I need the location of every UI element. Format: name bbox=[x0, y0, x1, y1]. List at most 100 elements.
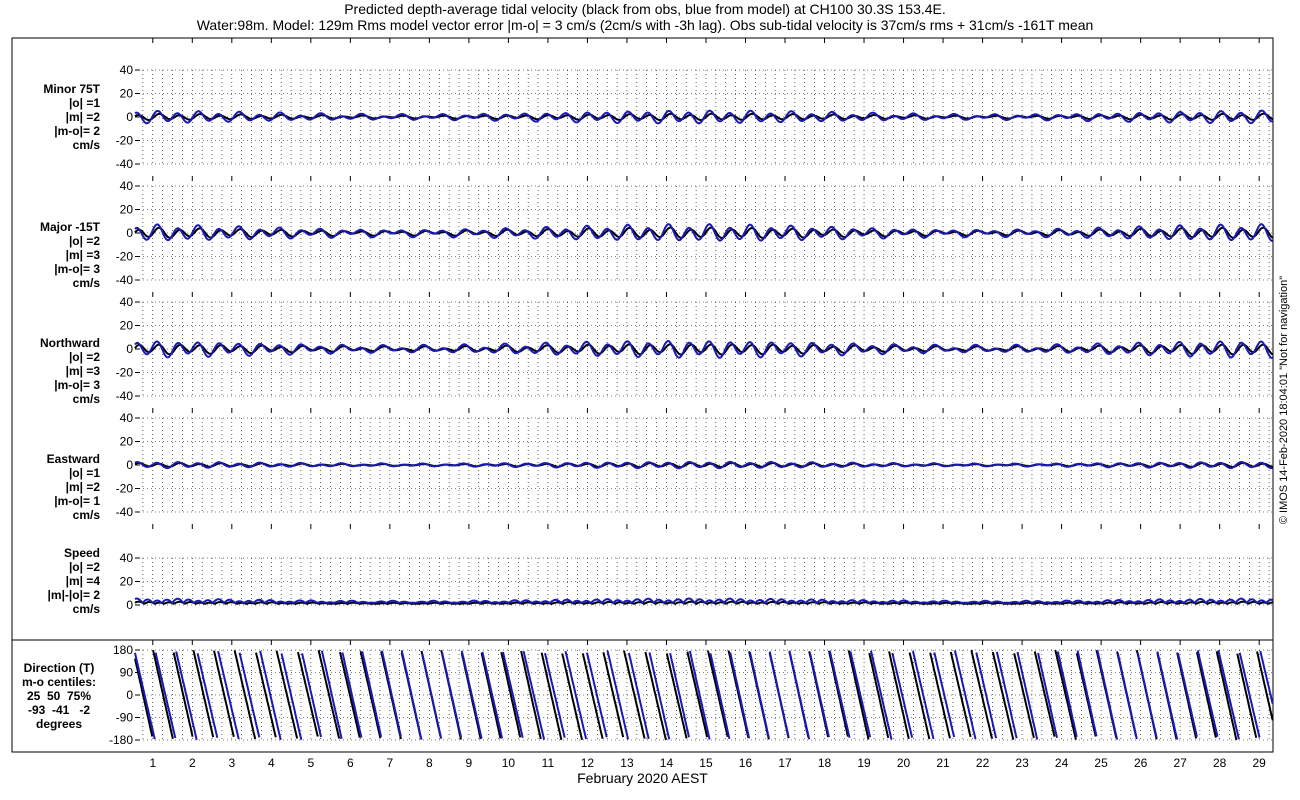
y-tick-label: 20 bbox=[120, 87, 134, 101]
y-tick-label: 0 bbox=[126, 688, 133, 702]
x-tick-label: 12 bbox=[581, 756, 595, 770]
x-tick-label: 25 bbox=[1094, 756, 1108, 770]
eastward-panel-label: Eastward |o| =1 |m| =2 |m-o|= 1 cm/s bbox=[22, 452, 100, 522]
major-label-line: Major -15T bbox=[39, 220, 100, 234]
y-tick-label: 40 bbox=[120, 63, 134, 77]
watermark-text: © IMOS 14-Feb-2020 18:04:01 "Not for nav… bbox=[1278, 275, 1290, 525]
direction-panel-label: Direction (T) m-o centiles: 25 50 75% -93 -… bbox=[18, 661, 100, 731]
y-tick-label: 20 bbox=[120, 435, 134, 449]
plot-curves bbox=[134, 109, 1274, 741]
major-label-line: |m| =3 bbox=[65, 248, 100, 262]
speed-label-line: |o| =2 bbox=[68, 560, 100, 574]
northward-label-line: |m-o|= 3 bbox=[54, 378, 100, 392]
y-tick-label: 180 bbox=[113, 643, 133, 657]
direction-label-line: m-o centiles: bbox=[21, 675, 96, 689]
x-tick-label: 13 bbox=[620, 756, 634, 770]
northward-label-line: Northward bbox=[40, 336, 100, 350]
y-tick-label: 20 bbox=[120, 319, 134, 333]
y-tick-label: 40 bbox=[120, 551, 134, 565]
direction-label-line: Direction (T) bbox=[23, 661, 95, 675]
northward-panel-label: Northward |o| =2 |m| =3 |m-o|= 3 cm/s bbox=[22, 336, 100, 406]
major-model-series-line bbox=[134, 223, 1273, 242]
major-label-line: |m-o|= 3 bbox=[54, 262, 100, 276]
x-tick-label: 8 bbox=[426, 756, 433, 770]
x-tick-label: 9 bbox=[466, 756, 473, 770]
x-tick-label: 19 bbox=[857, 756, 871, 770]
y-tick-label: 40 bbox=[120, 295, 134, 309]
x-tick-label: 11 bbox=[542, 756, 555, 770]
x-tick-label: 18 bbox=[818, 756, 832, 770]
eastward-label-line: |o| =1 bbox=[68, 466, 100, 480]
x-tick-label: 4 bbox=[268, 756, 275, 770]
plot-tick-labels: 40200-20-4040200-20-4040200-20-4040200-2… bbox=[109, 63, 1266, 770]
x-tick-label: 5 bbox=[307, 756, 314, 770]
y-tick-label: -20 bbox=[116, 366, 134, 380]
minor-model-series-line bbox=[134, 109, 1273, 125]
x-tick-label: 22 bbox=[976, 756, 990, 770]
y-tick-label: 0 bbox=[126, 598, 133, 612]
y-tick-label: 40 bbox=[120, 179, 134, 193]
x-tick-label: 16 bbox=[739, 756, 753, 770]
speed-panel-label: Speed |o| =2 |m| =4 |m|-|o|= 2 cm/s bbox=[22, 546, 100, 616]
minor-label-line: |m| =2 bbox=[65, 110, 100, 124]
y-tick-label: 0 bbox=[126, 342, 133, 356]
northward-label-line: cm/s bbox=[72, 392, 100, 406]
x-tick-label: 3 bbox=[228, 756, 235, 770]
direction-label-line: 25 50 75% bbox=[26, 689, 92, 703]
y-tick-label: 90 bbox=[120, 666, 134, 680]
y-tick-label: -20 bbox=[116, 134, 134, 148]
x-tick-label: 29 bbox=[1252, 756, 1266, 770]
tidal-velocity-plot: 40200-20-4040200-20-4040200-20-4040200-2… bbox=[11, 37, 1274, 770]
plot-frames bbox=[11, 37, 1274, 753]
major-panel-label: Major -15T |o| =2 |m| =3 |m-o|= 3 cm/s bbox=[22, 220, 100, 290]
x-tick-label: 7 bbox=[387, 756, 394, 770]
eastward-label-line: cm/s bbox=[72, 508, 100, 522]
major-label-line: cm/s bbox=[72, 276, 100, 290]
eastward-label-line: |m-o|= 1 bbox=[54, 494, 100, 508]
y-tick-label: -20 bbox=[116, 250, 134, 264]
x-tick-label: 28 bbox=[1213, 756, 1227, 770]
y-tick-label: -40 bbox=[116, 505, 134, 519]
minor-label-line: Minor 75T bbox=[43, 82, 100, 96]
x-tick-label: 26 bbox=[1134, 756, 1148, 770]
x-tick-label: 17 bbox=[778, 756, 792, 770]
x-tick-label: 6 bbox=[347, 756, 354, 770]
x-tick-label: 10 bbox=[502, 756, 516, 770]
y-tick-label: 40 bbox=[120, 411, 134, 425]
y-tick-label: 20 bbox=[120, 203, 134, 217]
speed-label-line: cm/s bbox=[72, 602, 100, 616]
y-tick-label: 20 bbox=[120, 575, 134, 589]
y-tick-label: 0 bbox=[126, 110, 133, 124]
northward-label-line: |o| =2 bbox=[68, 350, 100, 364]
y-tick-label: -90 bbox=[116, 711, 134, 725]
x-tick-label: 2 bbox=[189, 756, 196, 770]
x-tick-label: 1 bbox=[149, 756, 156, 770]
y-tick-label: 0 bbox=[126, 226, 133, 240]
x-tick-label: 24 bbox=[1055, 756, 1069, 770]
y-tick-label: -40 bbox=[116, 273, 134, 287]
x-tick-label: 14 bbox=[660, 756, 674, 770]
minor-label-line: cm/s bbox=[72, 138, 100, 152]
outer-frame bbox=[11, 37, 1274, 753]
minor-label-line: |o| =1 bbox=[68, 96, 100, 110]
plot-ticks bbox=[135, 38, 1260, 741]
y-tick-label: -20 bbox=[116, 482, 134, 496]
x-tick-label: 23 bbox=[1015, 756, 1029, 770]
direction-label-line: degrees bbox=[35, 717, 83, 731]
minor-panel-label: Minor 75T |o| =1 |m| =2 |m-o|= 2 cm/s bbox=[22, 82, 100, 152]
x-tick-label: 21 bbox=[936, 756, 950, 770]
minor-label-line: |m-o|= 2 bbox=[54, 124, 100, 138]
northward-model-series-line bbox=[134, 339, 1274, 359]
eastward-label-line: |m| =2 bbox=[65, 480, 100, 494]
speed-model-series-line bbox=[134, 597, 1273, 605]
y-tick-label: 0 bbox=[126, 458, 133, 472]
x-tick-label: 15 bbox=[699, 756, 713, 770]
eastward-label-line: Eastward bbox=[46, 452, 100, 466]
major-label-line: |o| =2 bbox=[68, 234, 100, 248]
x-tick-label: 20 bbox=[897, 756, 911, 770]
y-tick-label: -40 bbox=[116, 389, 134, 403]
speed-label-line: Speed bbox=[63, 546, 100, 560]
y-tick-label: -40 bbox=[116, 157, 134, 171]
y-tick-label: -180 bbox=[109, 733, 133, 747]
northward-label-line: |m| =3 bbox=[65, 364, 100, 378]
